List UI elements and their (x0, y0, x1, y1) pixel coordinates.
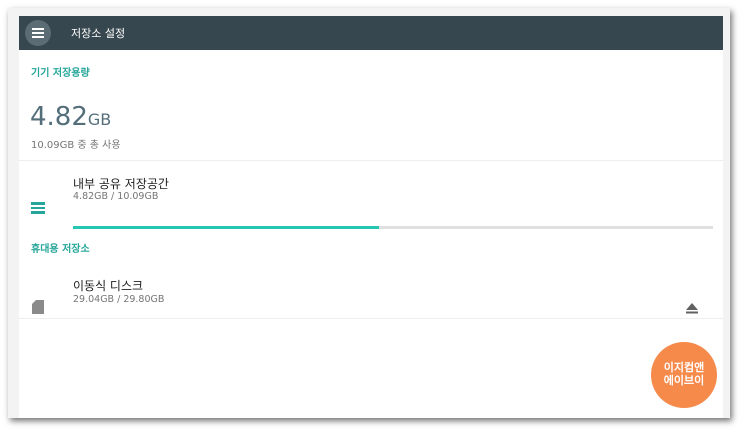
sd-card-icon (32, 300, 44, 314)
watermark-line-1: 이지컴앤 (663, 361, 705, 374)
divider (19, 318, 723, 319)
storage-summary: 10.09GB 중 총 사용 (31, 140, 121, 151)
eject-icon[interactable] (686, 303, 698, 314)
settings-screen: 저장소 설정 기기 저장용량 4.82GB 10.09GB 중 총 사용 내부 … (19, 16, 723, 418)
used-storage-number: 4.82 (30, 102, 88, 132)
internal-storage-progress-fill (73, 226, 379, 229)
watermark-line-2: 에이브이 (663, 374, 705, 387)
removable-disk-usage: 29.04GB / 29.80GB (73, 294, 165, 305)
internal-storage-progress (73, 226, 713, 229)
used-storage-value: 4.82GB (30, 102, 111, 132)
app-bar: 저장소 설정 (19, 16, 723, 50)
used-storage-unit: GB (87, 110, 112, 129)
internal-storage-title: 내부 공유 저장공간 (73, 177, 169, 191)
list-icon (31, 202, 45, 214)
portable-storage-header: 휴대용 저장소 (31, 244, 90, 255)
page-title: 저장소 설정 (71, 27, 126, 40)
internal-storage-usage: 4.82GB / 10.09GB (73, 191, 159, 202)
divider (19, 160, 723, 161)
removable-disk-title: 이동식 디스크 (73, 279, 144, 293)
device-storage-header: 기기 저장용량 (31, 68, 90, 79)
watermark-badge: 이지컴앤 에이브이 (651, 342, 717, 408)
menu-icon[interactable] (25, 20, 51, 46)
